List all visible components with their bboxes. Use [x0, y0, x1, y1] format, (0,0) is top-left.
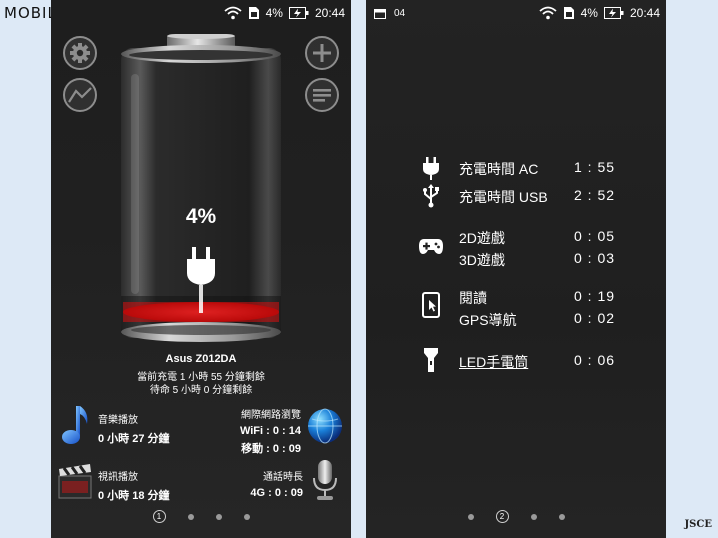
menu-button[interactable] — [305, 78, 339, 112]
stat-row-usb: 充電時間 USB 2 : 52 — [366, 185, 666, 207]
stat-label: 3D遊戲 — [459, 252, 505, 268]
video-title: 視訊播放 — [98, 472, 138, 483]
video-usage: 視訊播放 0 小時 18 分鐘 — [98, 468, 170, 503]
clock-text: 20:44 — [314, 6, 345, 20]
image-notification-icon — [374, 8, 386, 19]
globe-icon — [308, 408, 342, 444]
status-bar: 4% 20:44 — [51, 0, 351, 30]
battery-main-screen: 4% 20:44 4% Asus Z012DA 當前充電 1 小時 55 分鐘剩… — [51, 0, 351, 538]
stat-label: 2D遊戲 — [459, 230, 505, 246]
stat-row-gps: GPS導航 0 : 02 — [366, 308, 666, 330]
music-title: 音樂播放 — [98, 415, 138, 426]
stat-value: 0 : 02 — [574, 310, 616, 326]
add-button[interactable] — [305, 36, 339, 70]
stat-label: 閱讀 — [459, 290, 487, 306]
notification-text: 04 — [394, 8, 406, 19]
stat-label: 充電時間 AC — [459, 161, 539, 177]
battery-percent: 4% — [185, 205, 217, 228]
call-title: 通話時長 — [263, 472, 303, 483]
device-model: Asus Z012DA — [165, 353, 237, 365]
browsing-title: 網際網路瀏覽 — [241, 410, 301, 421]
stat-row-ac: 充電時間 AC 1 : 55 — [366, 157, 666, 179]
page-indicator: 2 — [366, 510, 666, 523]
wifi-icon — [224, 6, 242, 20]
battery-stats-screen: 04 4% 20:44 充電時間 AC 1 : 55 充電時間 USB 2: … — [366, 0, 666, 538]
page-dot[interactable] — [187, 513, 194, 520]
sim-icon — [563, 7, 574, 19]
page-dot[interactable] — [558, 513, 565, 520]
page-dot[interactable] — [530, 513, 537, 520]
charging-plug-icon — [187, 247, 215, 313]
stat-value: 1 : 55 — [574, 159, 616, 175]
stat-row-2d-games: 2D遊戲 0 : 05 — [366, 226, 666, 248]
page-dot[interactable] — [215, 513, 222, 520]
standby-remaining-text: 待命 5 小時 0 分鐘剩餘 — [149, 385, 253, 396]
stat-label: GPS導航 — [459, 312, 517, 328]
microphone-icon — [313, 460, 337, 500]
settings-button[interactable] — [63, 36, 97, 70]
sim-icon — [248, 7, 259, 19]
stat-label: 充電時間 USB — [459, 189, 548, 205]
stat-row-reading: 閱讀 0 : 19 — [366, 286, 666, 308]
list-icon — [313, 89, 331, 102]
browsing-wifi-value: WiFi : 0 : 14 — [239, 425, 301, 437]
browsing-usage: 網際網路瀏覽 WiFi : 0 : 14 移動 : 0 : 09 — [240, 406, 301, 456]
battery-percent-text: 4% — [265, 6, 283, 20]
stat-value: 0 : 19 — [574, 288, 616, 304]
wifi-icon — [539, 6, 557, 20]
stat-label-link[interactable]: LED手電筒 — [459, 352, 528, 372]
stat-value: 0 : 03 — [574, 250, 616, 266]
page-dot[interactable] — [467, 513, 474, 520]
page-indicator: 1 — [51, 510, 351, 523]
stat-row-3d-games: 3D遊戲 0 : 03 — [366, 248, 666, 270]
page-dot-active[interactable]: 1 — [152, 510, 166, 523]
corner-signature: JSCE — [684, 519, 712, 530]
stat-value: 0 : 06 — [574, 352, 616, 368]
status-bar: 04 4% 20:44 — [366, 0, 666, 30]
gear-icon — [70, 43, 90, 63]
line-chart-icon — [68, 87, 92, 103]
clock-text: 20:44 — [629, 6, 660, 20]
stat-value: 0 : 05 — [574, 228, 616, 244]
battery-charging-icon — [288, 7, 309, 19]
battery-charging-icon — [603, 7, 624, 19]
stat-value: 2 : 52 — [574, 187, 616, 203]
browsing-mobile-value: 移動 : 0 : 09 — [241, 443, 301, 455]
page-dot-active[interactable]: 2 — [495, 510, 509, 523]
plus-icon — [313, 44, 331, 62]
video-value: 0 小時 18 分鐘 — [98, 490, 170, 502]
music-usage: 音樂播放 0 小時 27 分鐘 — [98, 411, 170, 446]
call-value: 4G : 0 : 09 — [250, 487, 303, 499]
music-note-icon — [62, 406, 88, 444]
page-dot[interactable] — [243, 513, 250, 520]
clapperboard-icon — [58, 464, 92, 499]
call-usage: 通話時長 4G : 0 : 09 — [250, 468, 303, 499]
history-graph-button[interactable] — [63, 78, 97, 112]
battery-percent-text: 4% — [580, 6, 598, 20]
music-value: 0 小時 27 分鐘 — [98, 433, 170, 445]
stat-row-flashlight[interactable]: LED手電筒 0 : 06 — [366, 350, 666, 372]
